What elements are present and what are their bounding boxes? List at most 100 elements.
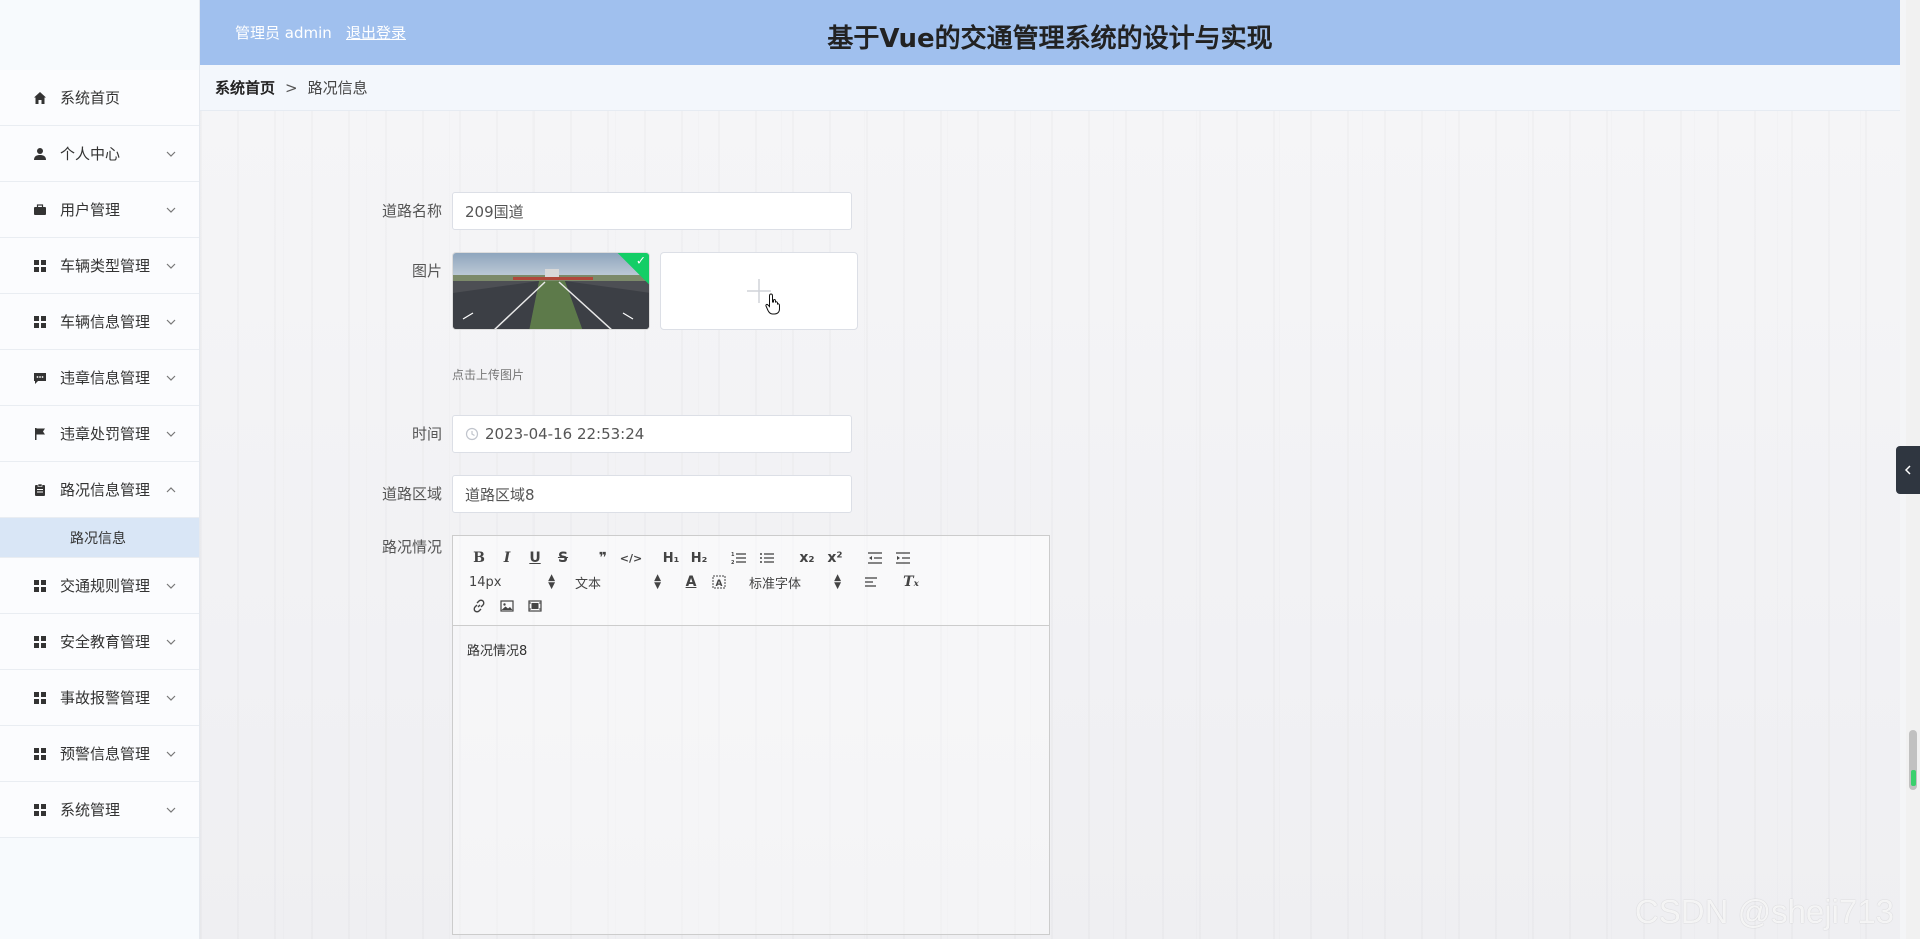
sidebar-item-home[interactable]: 系统首页 <box>0 70 199 126</box>
bold-button[interactable]: B <box>465 546 493 570</box>
sidebar-item-road-info-management[interactable]: 路况信息管理 <box>0 462 199 518</box>
chevron-down-icon <box>166 431 176 437</box>
app-root: 系统首页 个人中心 用户管理 车辆类型管理 车辆信息管理 违章信息管理 违章处罚… <box>0 0 1920 939</box>
background-color-icon[interactable]: A <box>705 570 733 594</box>
sidebar-item-label: 预警信息管理 <box>60 745 151 763</box>
font-color-button[interactable]: A <box>677 570 705 594</box>
ordered-list-icon[interactable]: 12 <box>725 546 753 570</box>
image-icon[interactable] <box>493 594 521 618</box>
image-upload-button[interactable] <box>660 252 858 330</box>
sidebar-item-vehicle-type[interactable]: 车辆类型管理 <box>0 238 199 294</box>
underline-button[interactable]: U <box>521 546 549 570</box>
sidebar-item-vehicle-info[interactable]: 车辆信息管理 <box>0 294 199 350</box>
chevron-down-icon <box>166 207 176 213</box>
road-area-input[interactable]: 道路区域8 <box>452 475 852 513</box>
uploaded-image-thumbnail[interactable]: ✓ <box>452 252 650 330</box>
chevron-left-icon <box>1904 465 1911 475</box>
briefcase-icon <box>32 202 48 218</box>
blockquote-icon[interactable]: ❞ <box>589 546 617 570</box>
breadcrumb: 系统首页 > 路况信息 <box>200 65 1900 111</box>
select-arrows-icon: ▲ ▼ <box>654 573 661 591</box>
sidebar-item-traffic-rules[interactable]: 交通规则管理 <box>0 558 199 614</box>
condition-label: 路况情况 <box>381 538 442 556</box>
check-icon: ✓ <box>635 253 646 268</box>
code-block-icon[interactable]: </> <box>617 546 645 570</box>
watermark: CSDN @sheji713 <box>1634 893 1894 930</box>
sidebar-item-accident-alarm[interactable]: 事故报警管理 <box>0 670 199 726</box>
link-icon[interactable] <box>465 594 493 618</box>
road-name-input[interactable]: 209国道 <box>452 192 852 230</box>
font-size-select[interactable]: 14px ▲ ▼ <box>465 571 559 593</box>
indent-icon[interactable] <box>889 546 917 570</box>
chevron-down-icon <box>166 375 176 381</box>
subscript-button[interactable]: x₂ <box>793 546 821 570</box>
sidebar-item-safety-education[interactable]: 安全教育管理 <box>0 614 199 670</box>
sidebar-item-user-management[interactable]: 用户管理 <box>0 182 199 238</box>
sidebar-item-label: 安全教育管理 <box>60 633 151 651</box>
bullet-list-icon[interactable] <box>753 546 781 570</box>
sidebar-item-system-management[interactable]: 系统管理 <box>0 782 199 838</box>
sidebar-item-violation-penalty[interactable]: 违章处罚管理 <box>0 406 199 462</box>
grid-icon <box>32 802 48 818</box>
sidebar-top-spacer <box>0 0 199 70</box>
sidebar-item-violation-info[interactable]: 违章信息管理 <box>0 350 199 406</box>
sidebar-item-label: 系统首页 <box>60 89 121 107</box>
chevron-down-icon <box>166 263 176 269</box>
grid-icon <box>32 258 48 274</box>
form-row-image: 图片 ✓ 点击上传图片 <box>200 252 858 383</box>
chevron-down-icon <box>166 751 176 757</box>
road-name-value: 209国道 <box>465 202 524 221</box>
clock-icon <box>465 427 479 441</box>
grid-icon <box>32 314 48 330</box>
outdent-icon[interactable] <box>861 546 889 570</box>
road-name-label: 道路名称 <box>381 202 442 220</box>
form-row-road-area: 道路区域 道路区域8 <box>200 475 852 513</box>
side-collapse-tab[interactable] <box>1896 446 1920 494</box>
chevron-down-icon <box>166 695 176 701</box>
sidebar-item-label: 路况信息管理 <box>60 481 151 499</box>
align-left-icon[interactable] <box>857 570 885 594</box>
sidebar-item-label: 车辆信息管理 <box>60 313 151 331</box>
font-family-select[interactable]: 标准字体 ▲ ▼ <box>745 571 845 593</box>
road-area-label: 道路区域 <box>381 485 442 503</box>
header-1-button[interactable]: H₁ <box>657 546 685 570</box>
chevron-down-icon <box>166 807 176 813</box>
grid-icon <box>32 578 48 594</box>
main-content: 道路名称 209国道 图片 ✓ 点击上传图片 时间 2023-04-16 22:… <box>200 111 1900 939</box>
toolbar-row-1: B I U S ❞ </> H₁ H₂ 12 x₂ x² <box>465 546 1037 570</box>
sidebar-item-personal-center[interactable]: 个人中心 <box>0 126 199 182</box>
editor-content-area[interactable]: 路况情况8 <box>453 626 1049 673</box>
road-photo <box>453 253 649 329</box>
toolbar-row-2: 14px ▲ ▼ 文本 ▲ ▼ A A 标准字体 ▲ ▼ Tₓ <box>465 570 1037 594</box>
sidebar-subitem-road-info[interactable]: 路况信息 <box>0 518 199 558</box>
sidebar-item-warning-info[interactable]: 预警信息管理 <box>0 726 199 782</box>
superscript-button[interactable]: x² <box>821 546 849 570</box>
hand-cursor-icon <box>765 293 780 315</box>
sidebar-item-label: 违章处罚管理 <box>60 425 151 443</box>
sidebar-item-label: 违章信息管理 <box>60 369 151 387</box>
sidebar-item-label: 车辆类型管理 <box>60 257 151 275</box>
text-type-select[interactable]: 文本 ▲ ▼ <box>571 571 665 593</box>
italic-button[interactable]: I <box>493 546 521 570</box>
scrollbar-marker <box>1911 770 1916 786</box>
editor-toolbar: B I U S ❞ </> H₁ H₂ 12 x₂ x² 14px ▲ ▼ 文本… <box>453 536 1049 626</box>
video-icon[interactable] <box>521 594 549 618</box>
time-picker-input[interactable]: 2023-04-16 22:53:24 <box>452 415 852 453</box>
image-label: 图片 <box>411 262 442 280</box>
svg-text:A: A <box>716 579 723 589</box>
rich-text-editor: B I U S ❞ </> H₁ H₂ 12 x₂ x² 14px ▲ ▼ 文本… <box>452 535 1050 935</box>
font-family-value: 标准字体 <box>749 576 802 592</box>
grid-icon <box>32 690 48 706</box>
road-area-value: 道路区域8 <box>465 485 535 504</box>
chat-icon <box>32 370 48 386</box>
form-row-time: 时间 2023-04-16 22:53:24 <box>200 415 852 453</box>
sidebar-item-label: 个人中心 <box>60 145 121 163</box>
form-row-road-name: 道路名称 209国道 <box>200 192 852 230</box>
breadcrumb-current: 路况信息 <box>307 79 368 97</box>
strike-button[interactable]: S <box>549 546 577 570</box>
header-2-button[interactable]: H₂ <box>685 546 713 570</box>
clear-format-button[interactable]: Tₓ <box>897 570 925 594</box>
breadcrumb-home-link[interactable]: 系统首页 <box>215 77 275 98</box>
chevron-down-icon <box>166 151 176 157</box>
sidebar-item-label: 系统管理 <box>60 801 121 819</box>
